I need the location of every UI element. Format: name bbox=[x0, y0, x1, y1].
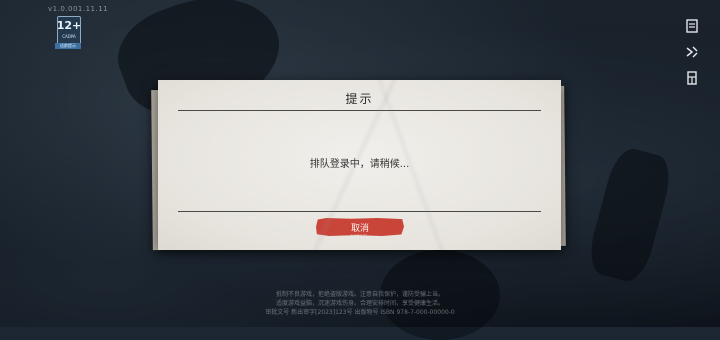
age-rating-subtitle: CADPA bbox=[62, 34, 76, 39]
notice-icon[interactable] bbox=[683, 18, 701, 36]
footer-line: 审批文号 新出审字[2023]123号 出版物号 ISBN 978-7-000-… bbox=[265, 309, 455, 316]
side-menu bbox=[680, 18, 704, 88]
menu-icon[interactable] bbox=[683, 70, 701, 88]
cancel-button-subtitle: CANCEL bbox=[350, 233, 370, 237]
announce-icon[interactable] bbox=[683, 44, 701, 62]
divider bbox=[178, 110, 541, 111]
dialog-message: 排队登录中，请稍候... bbox=[309, 159, 410, 170]
footer-notice: 抵制不良游戏，拒绝盗版游戏。注意自我保护，谨防受骗上当。 适度游戏益脑，沉迷游戏… bbox=[70, 290, 650, 317]
divider bbox=[178, 211, 541, 212]
age-rating-tag: 适龄提示 bbox=[55, 43, 81, 49]
age-rating-number: 12+ bbox=[56, 19, 82, 32]
version-text: v1.0.001.11.11 bbox=[48, 5, 109, 13]
queue-dialog: 提示 排队登录中，请稍候... 取消 CANCEL bbox=[158, 80, 561, 250]
footer-line: 适度游戏益脑，沉迷游戏伤身。合理安排时间，享受健康生活。 bbox=[275, 300, 444, 307]
footer-line: 抵制不良游戏，拒绝盗版游戏。注意自我保护，谨防受骗上当。 bbox=[275, 291, 444, 298]
dialog-title: 提示 bbox=[345, 92, 374, 106]
